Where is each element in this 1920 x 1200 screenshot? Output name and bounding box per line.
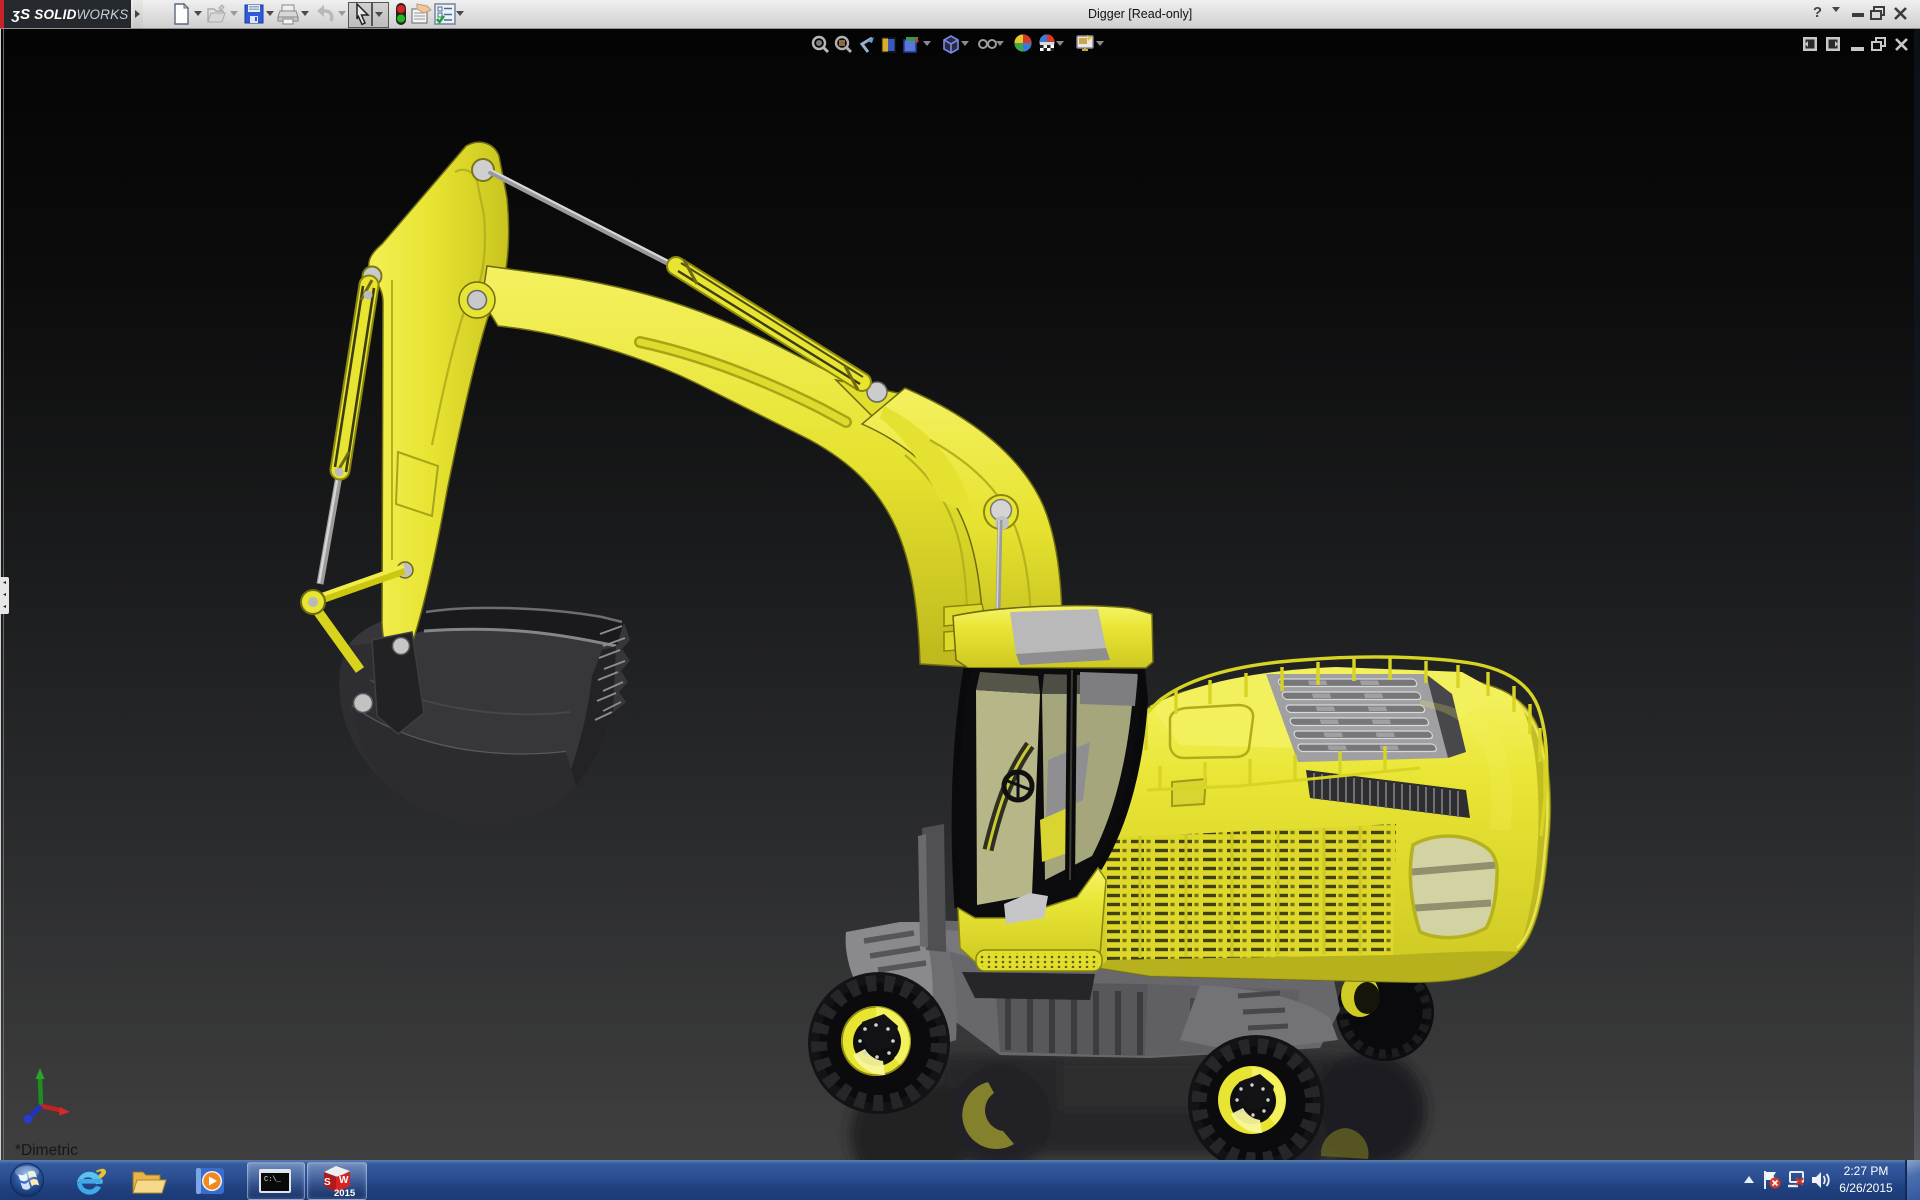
svg-text:S: S xyxy=(324,1177,331,1188)
svg-text:C:\_: C:\_ xyxy=(264,1176,282,1184)
svg-text:W: W xyxy=(339,1175,349,1186)
svg-text:2015: 2015 xyxy=(334,1188,356,1198)
